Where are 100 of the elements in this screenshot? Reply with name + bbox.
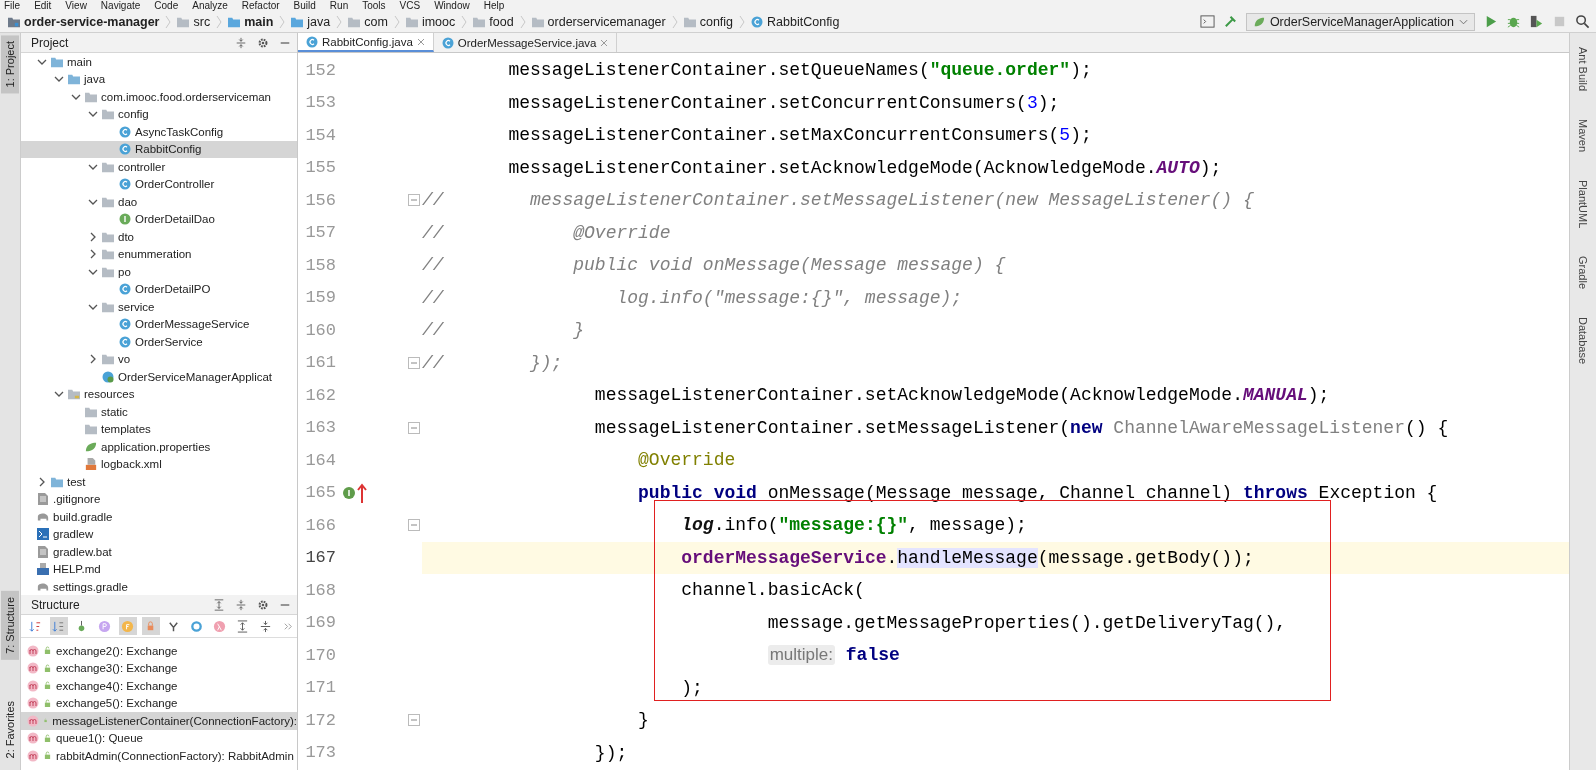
sort-alpha-toggle[interactable] (49, 617, 68, 635)
structure-item[interactable]: exchange4(): Exchange (21, 677, 297, 695)
tree-item[interactable]: java (21, 70, 297, 88)
breadcrumb[interactable]: main (228, 14, 274, 29)
tree-item[interactable]: OrderDetailDao (21, 210, 297, 228)
tree-item[interactable]: gradlew.bat (21, 543, 297, 561)
tree-item[interactable]: HELP.md (21, 560, 297, 578)
breadcrumb[interactable]: food (473, 14, 514, 29)
breadcrumb[interactable]: config (683, 14, 734, 29)
menu-item[interactable]: VCS (399, 0, 421, 11)
settings-icon[interactable] (257, 36, 269, 49)
search-icon[interactable] (1575, 14, 1590, 29)
chevron-right-icon[interactable] (37, 476, 47, 487)
menu-item[interactable]: Refactor (241, 0, 280, 11)
structure-item[interactable]: messageListenerContainer(ConnectionFactory): (21, 712, 297, 730)
tree-item[interactable]: RabbitConfig (21, 140, 297, 158)
editor-tab[interactable]: RabbitConfig.java (298, 33, 434, 52)
tool-window-tab[interactable]: Maven (1577, 119, 1589, 153)
terminal-icon[interactable] (1199, 14, 1215, 29)
tree-item[interactable]: po (21, 263, 297, 281)
close-icon[interactable] (600, 38, 609, 47)
collapse-all-icon[interactable] (235, 36, 247, 49)
tree-item[interactable]: enummeration (21, 245, 297, 263)
structure-item[interactable]: exchange3(): Exchange (21, 659, 297, 677)
tree-item[interactable]: OrderDetailPO (21, 280, 297, 298)
menu-item[interactable]: Run (329, 0, 349, 11)
breadcrumb[interactable]: imooc (405, 14, 456, 29)
menu-item[interactable]: Help (483, 0, 505, 11)
tree-item[interactable]: OrderController (21, 175, 297, 193)
run-configuration-dropdown[interactable]: OrderServiceManagerApplication (1245, 12, 1475, 31)
tree-item[interactable]: config (21, 105, 297, 123)
chevron-right-icon[interactable] (88, 249, 98, 260)
tree-item[interactable]: templates (21, 420, 297, 438)
editor-tab[interactable]: OrderMessageService.java (433, 33, 618, 52)
tree-item[interactable]: vo (21, 350, 297, 368)
non-public-toggle[interactable] (141, 617, 160, 635)
tree-item[interactable]: build.gradle (21, 508, 297, 526)
line-number: 163 (304, 418, 336, 438)
breadcrumb[interactable]: src (177, 14, 211, 29)
chevron-icon (461, 14, 468, 29)
tree-item[interactable]: test (21, 473, 297, 491)
tree-item[interactable]: OrderServiceManagerApplicat (21, 368, 297, 386)
menu-item[interactable]: Tools (362, 0, 386, 11)
tool-window-tab[interactable]: Database (1577, 317, 1589, 365)
menu-item[interactable]: File (4, 0, 21, 11)
tree-item[interactable]: main (21, 53, 297, 71)
line-number: 164 (304, 450, 336, 470)
tree-item[interactable]: OrderMessageService (21, 315, 297, 333)
chevron-right-icon[interactable] (88, 231, 98, 242)
breadcrumb[interactable]: order-service-manager (8, 14, 160, 29)
tool-window-tab[interactable]: Ant Build (1577, 47, 1589, 92)
tree-item[interactable]: logback.xml (21, 455, 297, 473)
implements-method-icon[interactable] (342, 481, 368, 504)
fields-toggle[interactable] (118, 617, 137, 635)
fold-marker-icon[interactable] (408, 194, 420, 207)
fold-marker-icon[interactable] (408, 519, 420, 532)
collapse-all-icon[interactable] (235, 598, 247, 611)
menu-item[interactable]: Navigate (100, 0, 141, 11)
tree-item[interactable]: application.properties (21, 438, 297, 456)
chevron-right-icon[interactable] (88, 354, 98, 365)
breadcrumb[interactable]: java (291, 14, 331, 29)
tree-item[interactable]: AsyncTaskConfig (21, 123, 297, 141)
menu-item[interactable]: Window (434, 0, 470, 11)
tool-window-tab[interactable]: 7: Structure (1, 591, 19, 660)
fold-marker-icon[interactable] (408, 714, 420, 727)
tool-window-tab[interactable]: 1: Project (1, 35, 19, 94)
fold-marker-icon[interactable] (408, 421, 420, 434)
breadcrumb[interactable]: orderservicemanager (531, 14, 666, 29)
tool-window-tab[interactable]: 2: Favorites (1, 695, 19, 765)
menu-item[interactable]: View (65, 0, 87, 11)
structure-item[interactable]: exchange5(): Exchange (21, 694, 297, 712)
tree-item[interactable]: resources (21, 385, 297, 403)
tree-item[interactable]: static (21, 403, 297, 421)
tree-item[interactable]: settings.gradle (21, 578, 297, 595)
tree-item[interactable]: dao (21, 193, 297, 211)
tree-item[interactable]: controller (21, 158, 297, 176)
close-icon[interactable] (416, 37, 425, 46)
tree-item[interactable]: gradlew (21, 525, 297, 543)
menu-item[interactable]: Code (154, 0, 179, 11)
settings-icon[interactable] (257, 598, 269, 611)
menu-item[interactable]: Analyze (192, 0, 228, 11)
breadcrumb[interactable]: com (348, 14, 388, 29)
structure-item[interactable]: queue1(): Queue (21, 729, 297, 747)
hammer-icon[interactable] (1222, 14, 1238, 29)
tree-item[interactable]: OrderService (21, 333, 297, 351)
tool-window-tab[interactable]: PlantUML (1577, 180, 1589, 229)
coverage-icon[interactable] (1529, 14, 1544, 29)
line-number: 152 (304, 60, 336, 80)
breadcrumb[interactable]: RabbitConfig (751, 14, 840, 29)
tree-item[interactable]: service (21, 298, 297, 316)
tool-window-tab[interactable]: Gradle (1577, 256, 1589, 290)
menu-item[interactable]: Edit (34, 0, 52, 11)
structure-item[interactable]: exchange2(): Exchange (21, 642, 297, 660)
tree-item[interactable]: .gitignore (21, 490, 297, 508)
structure-item[interactable]: rabbitAdmin(ConnectionFactory): RabbitAdmin (21, 747, 297, 765)
expand-all-icon[interactable] (213, 598, 225, 611)
tree-item[interactable]: dto (21, 228, 297, 246)
tree-item[interactable]: com.imooc.food.orderserviceman (21, 88, 297, 106)
fold-marker-icon[interactable] (408, 356, 420, 369)
menu-item[interactable]: Build (293, 0, 316, 11)
